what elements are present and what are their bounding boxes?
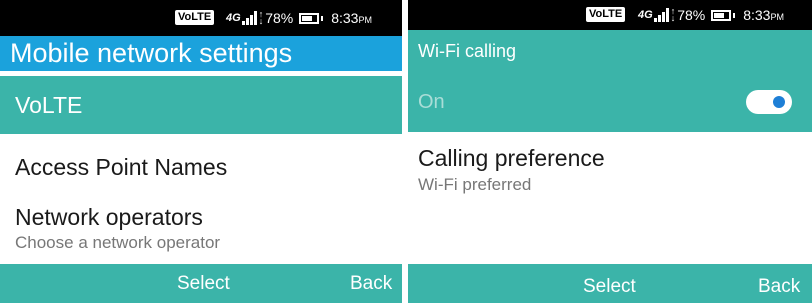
menu-item-label: VoLTE	[15, 92, 83, 118]
battery-percent: 78%	[265, 10, 294, 26]
back-softkey[interactable]: Back	[758, 276, 800, 298]
page-title: Mobile network settings	[0, 36, 402, 71]
calling-preference-title: Calling preference	[418, 145, 605, 171]
toggle-switch[interactable]	[746, 90, 792, 114]
network-type-label: 4G	[638, 9, 653, 21]
volte-status-badge: VoLTE	[586, 7, 626, 22]
back-softkey[interactable]: Back	[350, 273, 392, 295]
data-arrows-icon: ↑ ↓	[670, 6, 676, 23]
battery-icon	[299, 12, 320, 24]
menu-item-access-point-names[interactable]: Access Point Names	[0, 150, 402, 184]
page-title: Wi-Fi calling	[408, 30, 812, 72]
select-softkey[interactable]: Select	[177, 273, 230, 295]
menu-item-network-operators[interactable]: Network operators Choose a network opera…	[0, 201, 402, 253]
battery-icon	[711, 9, 732, 21]
select-softkey[interactable]: Select	[583, 276, 636, 298]
battery-percent: 78%	[677, 7, 706, 23]
menu-item-label: Access Point Names	[15, 154, 228, 180]
signal-icon	[653, 8, 670, 22]
menu-item-subtitle: Choose a network operator	[15, 233, 221, 252]
toggle-label: On	[418, 91, 445, 113]
status-bar: VoLTE 4G ↑ ↓ 78% 8:33PM	[0, 0, 402, 36]
calling-preference-value: Wi-Fi preferred	[418, 175, 532, 194]
wifi-calling-toggle-row[interactable]: On	[408, 72, 812, 132]
data-arrows-icon: ↑ ↓	[258, 9, 264, 26]
clock: 8:33PM	[743, 7, 784, 23]
status-bar: VoLTE 4G ↑ ↓ 78% 8:33PM	[408, 0, 812, 30]
toggle-knob	[773, 96, 785, 108]
softkey-bar: Select Back	[408, 264, 812, 303]
clock: 8:33PM	[331, 10, 372, 26]
calling-preference-item[interactable]: Calling preference Wi-Fi preferred	[418, 143, 605, 197]
menu-item-label: Network operators	[15, 204, 203, 230]
softkey-bar: Select Back	[0, 264, 402, 303]
menu-item-volte[interactable]: VoLTE	[0, 76, 402, 134]
network-type-label: 4G	[226, 12, 241, 24]
right-screen: VoLTE 4G ↑ ↓ 78% 8:33PM Wi-Fi calling On …	[408, 0, 812, 303]
volte-status-badge: VoLTE	[175, 10, 215, 25]
left-screen: VoLTE 4G ↑ ↓ 78% 8:33PM Mobile network se…	[0, 0, 402, 303]
signal-icon	[241, 11, 258, 25]
